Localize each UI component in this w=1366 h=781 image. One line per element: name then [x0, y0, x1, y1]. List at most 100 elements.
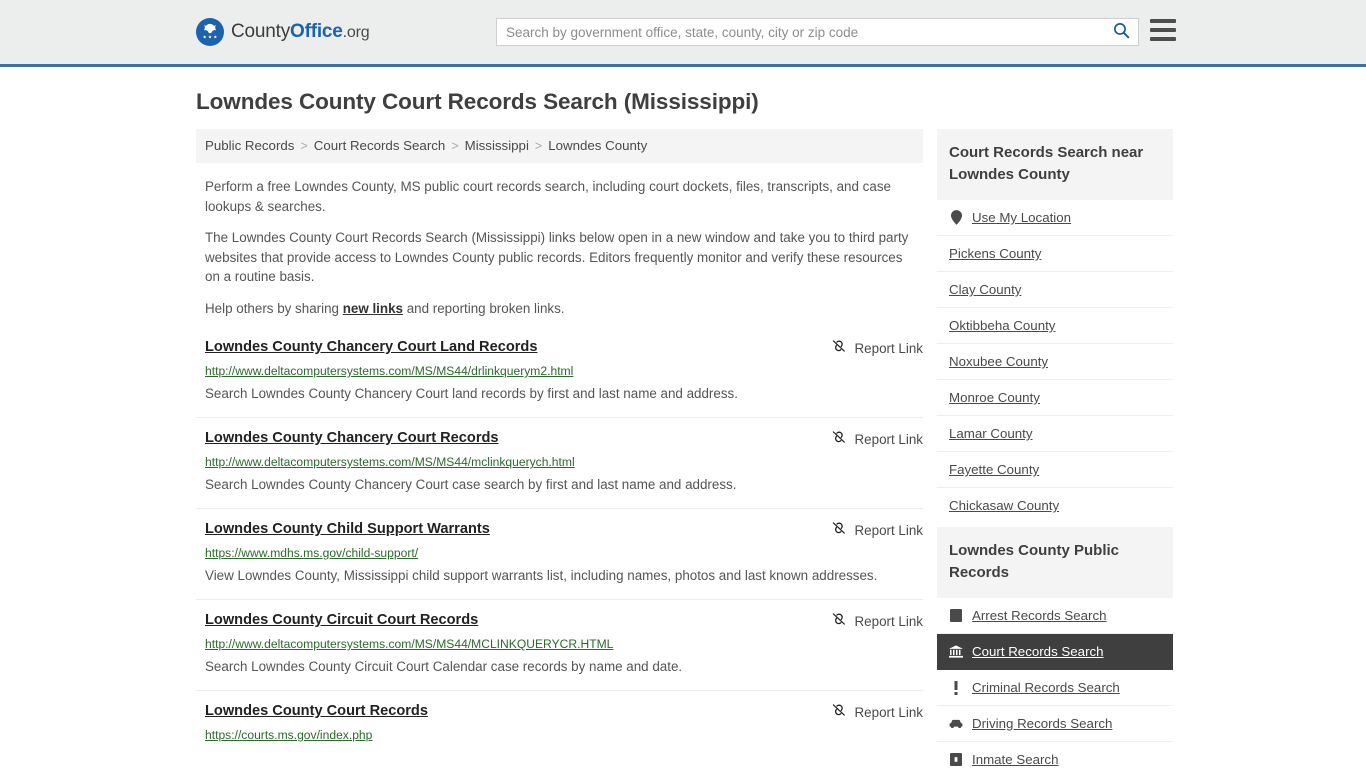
intro-text: Perform a free Lowndes County, MS public… [196, 177, 923, 318]
sidebar-public-records-label[interactable]: Driving Records Search [972, 715, 1112, 732]
brand-text-county: County [231, 21, 291, 42]
hamburger-bar-1 [1150, 19, 1176, 23]
sidebar-nearby-label[interactable]: Clay County [949, 281, 1021, 298]
sidebar-item-use-my-location[interactable]: Use My Location [937, 200, 1173, 236]
jail-cell-icon [949, 753, 963, 767]
sidebar-nearby-list: Use My Location Pickens County Clay Coun… [937, 200, 1173, 523]
list-item: Lowndes County Child Support Warrants Re… [196, 520, 923, 600]
broken-link-icon [831, 338, 847, 359]
sidebar-item-clay-county[interactable]: Clay County [937, 272, 1173, 308]
courthouse-icon [949, 645, 963, 659]
sidebar-item-oktibbeha-county[interactable]: Oktibbeha County [937, 308, 1173, 344]
report-link-button[interactable]: Report Link [831, 429, 923, 450]
main-column: Public Records > Court Records Search > … [196, 129, 923, 765]
sidebar-item-fayette-county[interactable]: Fayette County [937, 452, 1173, 488]
sidebar-nearby-label[interactable]: Chickasaw County [949, 497, 1059, 514]
sidebar-item-inmate-search[interactable]: Inmate Search [937, 742, 1173, 777]
link-row: Lowndes County Child Support Warrants Re… [205, 520, 923, 541]
intro-paragraph-2: The Lowndes County Court Records Search … [205, 230, 909, 284]
sidebar-section-nearby: Court Records Search near Lowndes County… [937, 129, 1173, 523]
sidebar-item-noxubee-county[interactable]: Noxubee County [937, 344, 1173, 380]
record-link-description: Search Lowndes County Chancery Court cas… [205, 477, 737, 492]
sidebar-nearby-label[interactable]: Pickens County [949, 245, 1041, 262]
record-link-title[interactable]: Lowndes County Circuit Court Records [205, 611, 478, 630]
report-link-label: Report Link [854, 614, 923, 629]
record-link-title[interactable]: Lowndes County Child Support Warrants [205, 520, 490, 539]
court-records-link-list: Lowndes County Chancery Court Land Recor… [196, 338, 923, 754]
list-item: Lowndes County Court Records Report Link [196, 702, 923, 754]
sidebar-item-lamar-county[interactable]: Lamar County [937, 416, 1173, 452]
record-link-description: View Lowndes County, Mississippi child s… [205, 568, 878, 583]
report-link-button[interactable]: Report Link [831, 611, 923, 632]
sidebar-public-records-label[interactable]: Court Records Search [972, 643, 1104, 660]
record-link-description: Search Lowndes County Chancery Court lan… [205, 386, 738, 401]
sidebar-public-records-list: Arrest Records Search Court Records Sear… [937, 598, 1173, 777]
book-icon [949, 609, 963, 623]
record-link-description: Search Lowndes County Circuit Court Cale… [205, 659, 683, 674]
sidebar-item-pickens-county[interactable]: Pickens County [937, 236, 1173, 272]
link-row: Lowndes County Court Records Report Link [205, 702, 923, 723]
list-item: Lowndes County Chancery Court Land Recor… [196, 338, 923, 418]
sidebar-section-public-records: Lowndes County Public Records Arrest Rec… [937, 527, 1173, 777]
content-columns: Public Records > Court Records Search > … [196, 129, 1366, 781]
sidebar-nearby-label[interactable]: Noxubee County [949, 353, 1048, 370]
intro-paragraph-1: Perform a free Lowndes County, MS public… [205, 179, 891, 214]
record-link-title[interactable]: Lowndes County Chancery Court Land Recor… [205, 338, 537, 357]
search-bar [496, 18, 1139, 46]
sidebar-public-records-label[interactable]: Criminal Records Search [972, 679, 1120, 696]
record-link-url[interactable]: https://www.mdhs.ms.gov/child-support/ [205, 546, 923, 561]
hamburger-menu-icon[interactable] [1150, 19, 1176, 41]
sidebar-item-arrest-records-search[interactable]: Arrest Records Search [937, 598, 1173, 634]
record-link-url[interactable]: http://www.deltacomputersystems.com/MS/M… [205, 364, 923, 379]
sidebar-item-driving-records-search[interactable]: Driving Records Search [937, 706, 1173, 742]
sidebar-nearby-label[interactable]: Oktibbeha County [949, 317, 1055, 334]
breadcrumb-item-lowndes-county[interactable]: Lowndes County [548, 139, 647, 153]
report-link-button[interactable]: Report Link [831, 702, 923, 723]
brand-text: CountyOffice.org [231, 21, 370, 43]
search-input[interactable] [497, 19, 1104, 45]
exclamation-icon [949, 680, 963, 695]
record-link-title[interactable]: Lowndes County Chancery Court Records [205, 429, 499, 448]
sidebar-item-court-records-search[interactable]: Court Records Search [937, 634, 1173, 670]
sidebar-nearby-label[interactable]: Lamar County [949, 425, 1033, 442]
report-link-label: Report Link [854, 432, 923, 447]
search-button[interactable] [1104, 19, 1138, 45]
breadcrumb-separator: > [451, 138, 459, 153]
car-icon [949, 717, 963, 731]
link-row: Lowndes County Circuit Court Records Rep… [205, 611, 923, 632]
sidebar: Court Records Search near Lowndes County… [937, 129, 1173, 781]
list-item: Lowndes County Circuit Court Records Rep… [196, 611, 923, 691]
new-links-link[interactable]: new links [343, 301, 403, 316]
report-link-button[interactable]: Report Link [831, 520, 923, 541]
page-container: Lowndes County Court Records Search (Mis… [0, 89, 1366, 781]
sidebar-nearby-label[interactable]: Fayette County [949, 461, 1039, 478]
sidebar-public-records-label[interactable]: Arrest Records Search [972, 607, 1107, 624]
eagle-shield-logo-icon [196, 18, 224, 46]
map-pin-icon [949, 210, 963, 225]
broken-link-icon [831, 520, 847, 541]
sidebar-public-records-label[interactable]: Inmate Search [972, 751, 1058, 768]
list-item: Lowndes County Chancery Court Records Re… [196, 429, 923, 509]
record-link-title[interactable]: Lowndes County Court Records [205, 702, 428, 721]
intro-p3-before: Help others by sharing [205, 300, 343, 316]
breadcrumb-item-mississippi[interactable]: Mississippi [465, 139, 529, 153]
sidebar-public-records-heading: Lowndes County Public Records [937, 527, 1173, 598]
report-link-button[interactable]: Report Link [831, 338, 923, 359]
sidebar-item-chickasaw-county[interactable]: Chickasaw County [937, 488, 1173, 523]
breadcrumb-item-court-records-search[interactable]: Court Records Search [314, 139, 446, 153]
brand-text-office: Office [290, 21, 343, 42]
breadcrumb-item-public-records[interactable]: Public Records [205, 139, 294, 153]
sidebar-nearby-label[interactable]: Monroe County [949, 389, 1040, 406]
hamburger-bar-2 [1150, 28, 1176, 32]
sidebar-nearby-label[interactable]: Use My Location [972, 209, 1071, 226]
sidebar-item-criminal-records-search[interactable]: Criminal Records Search [937, 670, 1173, 706]
record-link-url[interactable]: http://www.deltacomputersystems.com/MS/M… [205, 637, 923, 652]
brand-logo-link[interactable]: CountyOffice.org [196, 18, 370, 46]
record-link-url[interactable]: http://www.deltacomputersystems.com/MS/M… [205, 455, 923, 470]
link-row: Lowndes County Chancery Court Records Re… [205, 429, 923, 450]
site-header: CountyOffice.org [0, 0, 1366, 67]
breadcrumb: Public Records > Court Records Search > … [196, 129, 923, 163]
sidebar-item-monroe-county[interactable]: Monroe County [937, 380, 1173, 416]
record-link-url[interactable]: https://courts.ms.gov/index.php [205, 728, 923, 743]
intro-p3-after: and reporting broken links. [402, 300, 565, 316]
